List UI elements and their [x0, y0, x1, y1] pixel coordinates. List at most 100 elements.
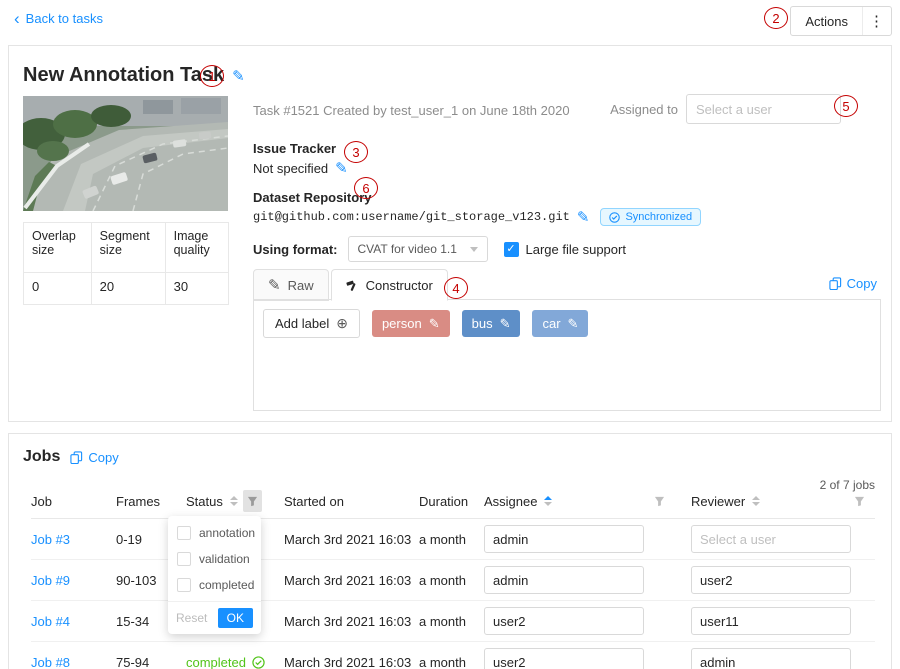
job-link[interactable]: Job #4	[31, 614, 70, 629]
reviewer-sorter[interactable]	[752, 496, 760, 506]
label-chip-car[interactable]: car ✎	[532, 310, 588, 337]
sync-check-icon	[609, 212, 620, 223]
col-frames: Frames	[116, 486, 186, 519]
back-to-tasks-link[interactable]: ‹ Back to tasks	[14, 11, 103, 26]
label-chip-bus[interactable]: bus ✎	[462, 310, 521, 337]
status-sorter[interactable]	[230, 496, 238, 506]
reviewer-select[interactable]	[691, 648, 851, 669]
job-started: March 3rd 2021 16:03	[284, 519, 419, 560]
jobs-header-row: Job Frames Status Started on Duration	[31, 486, 875, 519]
reviewer-select[interactable]	[691, 607, 851, 635]
dataset-repository-section: Dataset Repository git@github.com:userna…	[253, 190, 701, 226]
task-detail-card: New Annotation Task ✎ Overlap size Segme…	[8, 45, 892, 422]
actions-label: Actions	[791, 7, 863, 35]
reviewer-select[interactable]	[691, 525, 851, 553]
filter-option-annotation[interactable]: annotation	[168, 520, 261, 546]
col-status[interactable]: Status	[186, 494, 223, 509]
job-link[interactable]: Job #8	[31, 655, 70, 669]
dataset-repository-label: Dataset Repository	[253, 190, 701, 205]
filter-ok-button[interactable]: OK	[218, 608, 253, 628]
labels-copy-link[interactable]: Copy	[829, 276, 877, 291]
plus-circle-icon: ⊕	[336, 315, 348, 332]
annotation-checkbox[interactable]	[177, 526, 191, 540]
assignee-select[interactable]	[484, 566, 644, 594]
tab-raw[interactable]: ✎ Raw	[253, 269, 329, 301]
add-label-text: Add label	[275, 316, 329, 331]
jobs-copy-label: Copy	[88, 450, 118, 465]
reviewer-filter-icon[interactable]	[849, 490, 869, 512]
raw-tab-label: Raw	[288, 278, 314, 293]
assignee-select[interactable]	[484, 607, 644, 635]
copy-icon	[70, 451, 83, 464]
using-format-label: Using format:	[253, 242, 338, 257]
label-chip-car-name: car	[542, 316, 560, 331]
constructor-tab-icon	[346, 279, 359, 292]
job-row: Job #9 90-103 March 3rd 2021 16:03 a mon…	[31, 560, 875, 601]
edit-repository-icon[interactable]: ✎	[577, 208, 590, 226]
job-started: March 3rd 2021 16:03	[284, 601, 419, 642]
assignee-select[interactable]	[484, 648, 644, 669]
ellipsis-icon[interactable]: ⋮	[863, 12, 891, 30]
repository-url: git@github.com:username/git_storage_v123…	[253, 210, 570, 224]
raw-tab-icon: ✎	[268, 276, 281, 294]
completed-label: completed	[199, 578, 254, 592]
jobs-card: Jobs Copy 2 of 7 jobs Job Frames Status	[8, 433, 892, 669]
job-duration: a month	[419, 519, 484, 560]
param-header-overlap: Overlap size	[24, 223, 92, 273]
col-reviewer[interactable]: Reviewer	[691, 494, 745, 509]
job-row: Job #4 15-34 March 3rd 2021 16:03 a mont…	[31, 601, 875, 642]
label-chip-person[interactable]: person ✎	[372, 310, 450, 337]
synchronized-badge[interactable]: Synchronized	[600, 208, 701, 226]
job-link[interactable]: Job #9	[31, 573, 70, 588]
labels-copy-label: Copy	[847, 276, 877, 291]
col-started: Started on	[284, 486, 419, 519]
assigned-to-input[interactable]	[686, 94, 841, 124]
edit-issue-tracker-icon[interactable]: ✎	[335, 159, 348, 177]
issue-tracker-label: Issue Tracker	[253, 141, 348, 156]
job-duration: a month	[419, 642, 484, 669]
issue-tracker-section: Issue Tracker Not specified ✎	[253, 141, 348, 177]
task-title: New Annotation Task	[23, 64, 224, 87]
assignee-sorter[interactable]	[544, 496, 552, 506]
chevron-down-icon	[470, 247, 478, 252]
actions-button[interactable]: Actions ⋮	[790, 6, 892, 36]
job-row: Job #8 75-94 completed March 3rd 2021 16…	[31, 642, 875, 669]
label-chip-person-name: person	[382, 316, 422, 331]
synchronized-label: Synchronized	[625, 211, 692, 223]
edit-label-bus-icon[interactable]: ✎	[500, 316, 511, 332]
filter-reset-button[interactable]: Reset	[176, 611, 207, 625]
labels-tabs: ✎ Raw Constructor Copy	[253, 268, 881, 300]
assignee-select[interactable]	[484, 525, 644, 553]
param-value-segment: 20	[91, 273, 165, 305]
completed-checkbox[interactable]	[177, 578, 191, 592]
add-label-button[interactable]: Add label ⊕	[263, 309, 360, 338]
assigned-to-label: Assigned to	[610, 102, 678, 117]
reviewer-select[interactable]	[691, 566, 851, 594]
edit-label-car-icon[interactable]: ✎	[568, 316, 579, 332]
edit-title-icon[interactable]: ✎	[232, 67, 245, 85]
large-file-checkbox[interactable]: ✓	[504, 242, 519, 257]
assignee-filter-icon[interactable]	[649, 490, 669, 512]
tab-constructor[interactable]: Constructor	[331, 269, 448, 301]
filter-option-validation[interactable]: validation	[168, 546, 261, 572]
param-header-segment: Segment size	[91, 223, 165, 273]
param-value-quality: 30	[165, 273, 228, 305]
filter-option-completed[interactable]: completed	[168, 572, 261, 598]
jobs-copy-link[interactable]: Copy	[70, 450, 118, 465]
job-started: March 3rd 2021 16:03	[284, 560, 419, 601]
param-value-overlap: 0	[24, 273, 92, 305]
constructor-tab-label: Constructor	[366, 278, 433, 293]
back-to-tasks-label: Back to tasks	[26, 11, 103, 26]
job-row: Job #3 0-19 March 3rd 2021 16:03 a month	[31, 519, 875, 560]
job-link[interactable]: Job #3	[31, 532, 70, 547]
jobs-table: Job Frames Status Started on Duration	[31, 486, 875, 669]
label-constructor-panel: Add label ⊕ person ✎ bus ✎ car ✎	[253, 299, 881, 411]
status-filter-icon[interactable]	[243, 490, 262, 512]
edit-label-person-icon[interactable]: ✎	[429, 316, 440, 332]
col-assignee[interactable]: Assignee	[484, 494, 537, 509]
status-filter-dropdown: annotation validation completed Reset OK	[168, 516, 261, 634]
param-header-quality: Image quality	[165, 223, 228, 273]
annotation-label: annotation	[199, 526, 255, 540]
format-select[interactable]: CVAT for video 1.1	[348, 236, 488, 262]
validation-checkbox[interactable]	[177, 552, 191, 566]
